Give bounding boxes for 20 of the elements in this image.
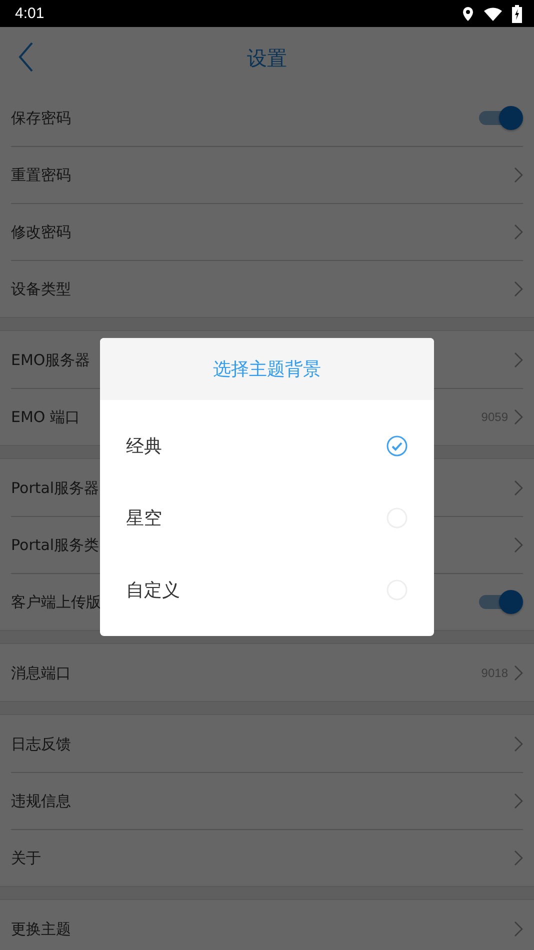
dialog-title: 选择主题背景 — [100, 338, 434, 400]
row-label: 更换主题 — [11, 920, 71, 938]
row-label: 日志反馈 — [11, 734, 71, 754]
option-label: 星空 — [126, 507, 162, 530]
row-label: 保存密码 — [11, 108, 71, 128]
status-time: 4:01 — [15, 5, 44, 22]
row-label: Portal服务类 — [11, 536, 100, 554]
row-label: 设备类型 — [11, 280, 71, 298]
row-label: EMO 端口 — [11, 408, 80, 426]
row-label: Portal服务器 — [11, 478, 100, 498]
row-label: 消息端口 — [11, 664, 71, 682]
page-title: 设置 — [247, 44, 287, 72]
option-label: 经典 — [126, 435, 162, 458]
row-label: 修改密码 — [11, 222, 71, 242]
row-label: 重置密码 — [11, 166, 71, 184]
row-label: 关于 — [11, 848, 41, 868]
row-label: 客户端上传版 — [11, 592, 101, 612]
option-label: 自定义 — [126, 579, 180, 602]
row-label: EMO服务器 — [11, 350, 90, 370]
row-label: 违规信息 — [11, 792, 71, 810]
